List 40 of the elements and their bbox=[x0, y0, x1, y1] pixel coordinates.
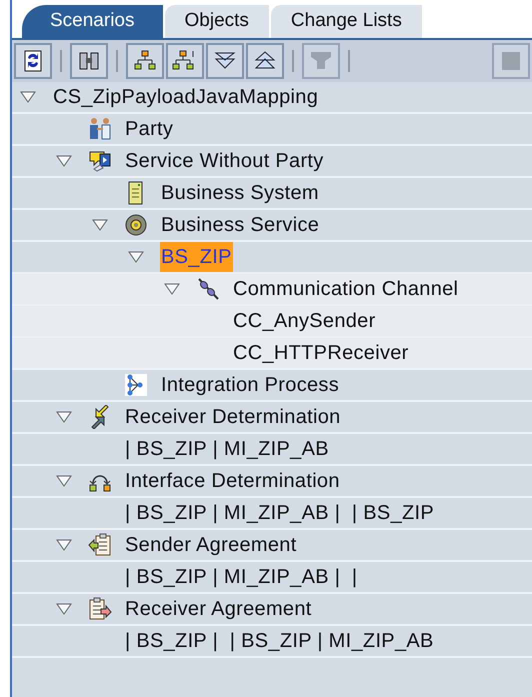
expander-icon[interactable] bbox=[56, 475, 72, 487]
expander-icon[interactable] bbox=[20, 91, 36, 103]
tree-item[interactable]: Receiver Agreement bbox=[124, 594, 313, 624]
tree-item[interactable]: Interface Determination bbox=[124, 466, 341, 496]
expand-all-button[interactable] bbox=[206, 43, 244, 79]
tree-item[interactable]: CS_ZipPayloadJavaMapping bbox=[52, 82, 320, 112]
expander-icon[interactable] bbox=[164, 283, 180, 295]
expander-icon[interactable] bbox=[92, 219, 108, 231]
expander-icon[interactable] bbox=[56, 603, 72, 615]
expander-icon[interactable] bbox=[128, 251, 144, 263]
tree-item[interactable]: Business Service bbox=[160, 210, 320, 240]
tree-item[interactable]: | BS_ZIP | MI_ZIP_AB | | BS_ZIP bbox=[124, 498, 436, 528]
find-button[interactable] bbox=[70, 43, 108, 79]
tree-item[interactable]: Sender Agreement bbox=[124, 530, 298, 560]
tree-item[interactable]: | BS_ZIP | MI_ZIP_AB bbox=[124, 434, 330, 464]
people-icon bbox=[88, 117, 112, 141]
tree-item[interactable]: BS_ZIP bbox=[160, 242, 233, 272]
flow-icon bbox=[124, 373, 148, 397]
clipboard-icon bbox=[88, 597, 112, 621]
tree-item[interactable]: Receiver Determination bbox=[124, 402, 342, 432]
collapse-all-button[interactable] bbox=[246, 43, 284, 79]
tree-item[interactable]: | BS_ZIP | | BS_ZIP | MI_ZIP_AB bbox=[124, 626, 435, 656]
gear-icon bbox=[124, 213, 148, 237]
tree-item[interactable]: Party bbox=[124, 114, 174, 144]
tree-item[interactable]: Business System bbox=[160, 178, 320, 208]
tree-item[interactable]: Service Without Party bbox=[124, 146, 325, 176]
service-icon bbox=[88, 149, 112, 173]
tab[interactable]: Objects bbox=[164, 5, 269, 38]
refresh-button[interactable] bbox=[14, 43, 52, 79]
expander-icon[interactable] bbox=[56, 539, 72, 551]
clipboard-icon bbox=[88, 533, 112, 557]
expander-icon[interactable] bbox=[56, 411, 72, 423]
tab[interactable]: Scenarios bbox=[22, 5, 162, 38]
plug-icon bbox=[196, 277, 220, 301]
expand-button[interactable] bbox=[126, 43, 164, 79]
expander-icon[interactable] bbox=[56, 155, 72, 167]
collapse-button[interactable] bbox=[166, 43, 204, 79]
tree-item[interactable]: Integration Process bbox=[160, 370, 340, 400]
tab[interactable]: Change Lists bbox=[270, 5, 422, 38]
tree-item[interactable]: | BS_ZIP | MI_ZIP_AB | | bbox=[124, 562, 358, 592]
